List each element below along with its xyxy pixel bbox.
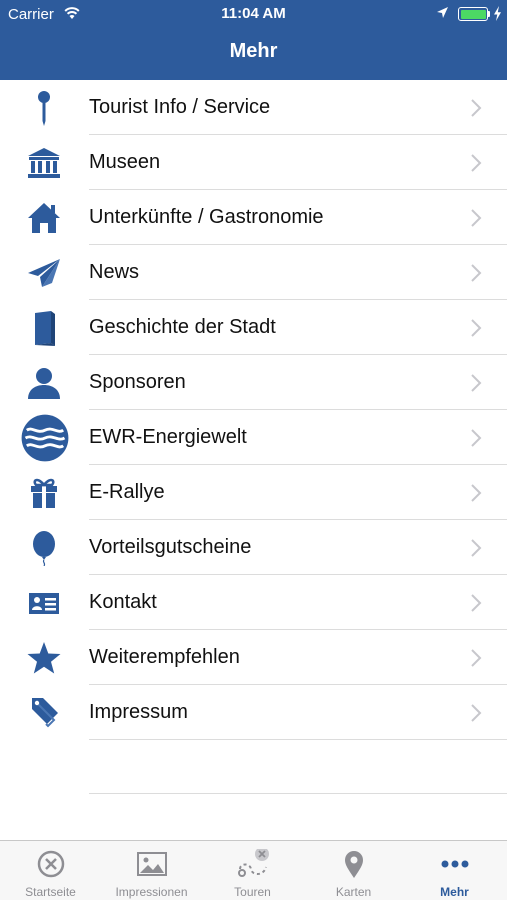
menu-item-news[interactable]: News (0, 245, 507, 300)
chevron-right-icon (471, 99, 482, 117)
tags-icon (32, 698, 58, 728)
ewr-waves-logo-icon (21, 414, 69, 462)
menu-item-e-rallye[interactable]: E-Rallye (0, 465, 507, 520)
battery-tip (488, 11, 490, 17)
paper-plane-icon (28, 259, 60, 287)
menu-item-label: Vorteilsgutscheine (89, 536, 252, 558)
status-time: 11:04 AM (221, 5, 286, 22)
menu-item-label: Kontakt (89, 591, 157, 613)
map-pin-icon (38, 91, 50, 126)
museum-icon (28, 148, 60, 178)
row-divider (89, 739, 507, 740)
chevron-right-icon (471, 649, 482, 667)
map-marker-icon (345, 851, 363, 878)
image-icon (137, 852, 167, 876)
menu-item-vorteilsgutscheine[interactable]: Vorteilsgutscheine (0, 520, 507, 575)
more-menu-list: Tourist Info / Service Museen Unterkünft… (0, 80, 507, 740)
chevron-right-icon (471, 374, 482, 392)
tab-label: Touren (234, 885, 271, 899)
location-arrow-icon (437, 7, 448, 18)
menu-item-geschichte[interactable]: Geschichte der Stadt (0, 300, 507, 355)
book-icon (35, 311, 55, 346)
tab-impressionen[interactable]: Impressionen (101, 841, 202, 900)
chevron-right-icon (471, 264, 482, 282)
chevron-right-icon (471, 484, 482, 502)
more-dots-icon (441, 860, 469, 868)
menu-item-label: Museen (89, 151, 161, 173)
tab-mehr[interactable]: Mehr (404, 841, 505, 900)
menu-item-unterkuenfte[interactable]: Unterkünfte / Gastronomie (0, 190, 507, 245)
contact-card-icon (29, 593, 59, 614)
chevron-right-icon (471, 319, 482, 337)
tab-label: Impressionen (115, 885, 188, 899)
menu-item-impressum[interactable]: Impressum (0, 685, 507, 740)
menu-item-sponsoren[interactable]: Sponsoren (0, 355, 507, 410)
chevron-right-icon (471, 539, 482, 557)
menu-item-weiterempfehlen[interactable]: Weiterempfehlen (0, 630, 507, 685)
menu-item-label: EWR-Energiewelt (89, 426, 247, 448)
chevron-right-icon (471, 594, 482, 612)
menu-item-label: Sponsoren (89, 371, 186, 393)
chevron-right-icon (471, 209, 482, 227)
menu-item-label: E-Rallye (89, 481, 165, 503)
menu-item-tourist-info[interactable]: Tourist Info / Service (0, 80, 507, 135)
chevron-right-icon (471, 429, 482, 447)
tab-touren[interactable]: Touren (202, 841, 303, 900)
gift-icon (31, 478, 57, 508)
tab-label: Mehr (440, 885, 469, 899)
menu-item-museen[interactable]: Museen (0, 135, 507, 190)
close-circle-icon (37, 850, 65, 878)
menu-item-label: Geschichte der Stadt (89, 316, 276, 338)
tab-label: Karten (335, 885, 372, 899)
balloon-icon (33, 531, 55, 566)
chevron-right-icon (471, 704, 482, 722)
tab-startseite[interactable]: Startseite (0, 841, 101, 900)
route-icon (238, 849, 269, 877)
menu-item-kontakt[interactable]: Kontakt (0, 575, 507, 630)
charging-bolt-icon (494, 6, 501, 21)
list-divider (89, 793, 507, 794)
person-icon (28, 368, 60, 399)
battery-icon (458, 7, 488, 21)
menu-item-label: Unterkünfte / Gastronomie (89, 206, 324, 228)
menu-item-label: Weiterempfehlen (89, 646, 240, 668)
navigation-bar: Carrier 11:04 AM Mehr (0, 0, 507, 80)
menu-item-label: Impressum (89, 701, 188, 723)
app-screen: Carrier 11:04 AM Mehr Tourist Info / Ser… (0, 0, 507, 900)
tab-karten[interactable]: Karten (303, 841, 404, 900)
house-icon (28, 203, 60, 233)
tab-label: Startseite (25, 885, 76, 899)
status-bar: Carrier 11:04 AM (0, 0, 507, 28)
menu-item-ewr-energiewelt[interactable]: EWR-Energiewelt (0, 410, 507, 465)
menu-item-label: Tourist Info / Service (89, 96, 271, 118)
chevron-right-icon (471, 154, 482, 172)
page-title: Mehr (229, 40, 278, 62)
menu-item-label: News (89, 261, 140, 283)
star-icon (27, 642, 61, 674)
tab-bar: Startseite Impressionen Touren Karten Me… (0, 840, 507, 900)
